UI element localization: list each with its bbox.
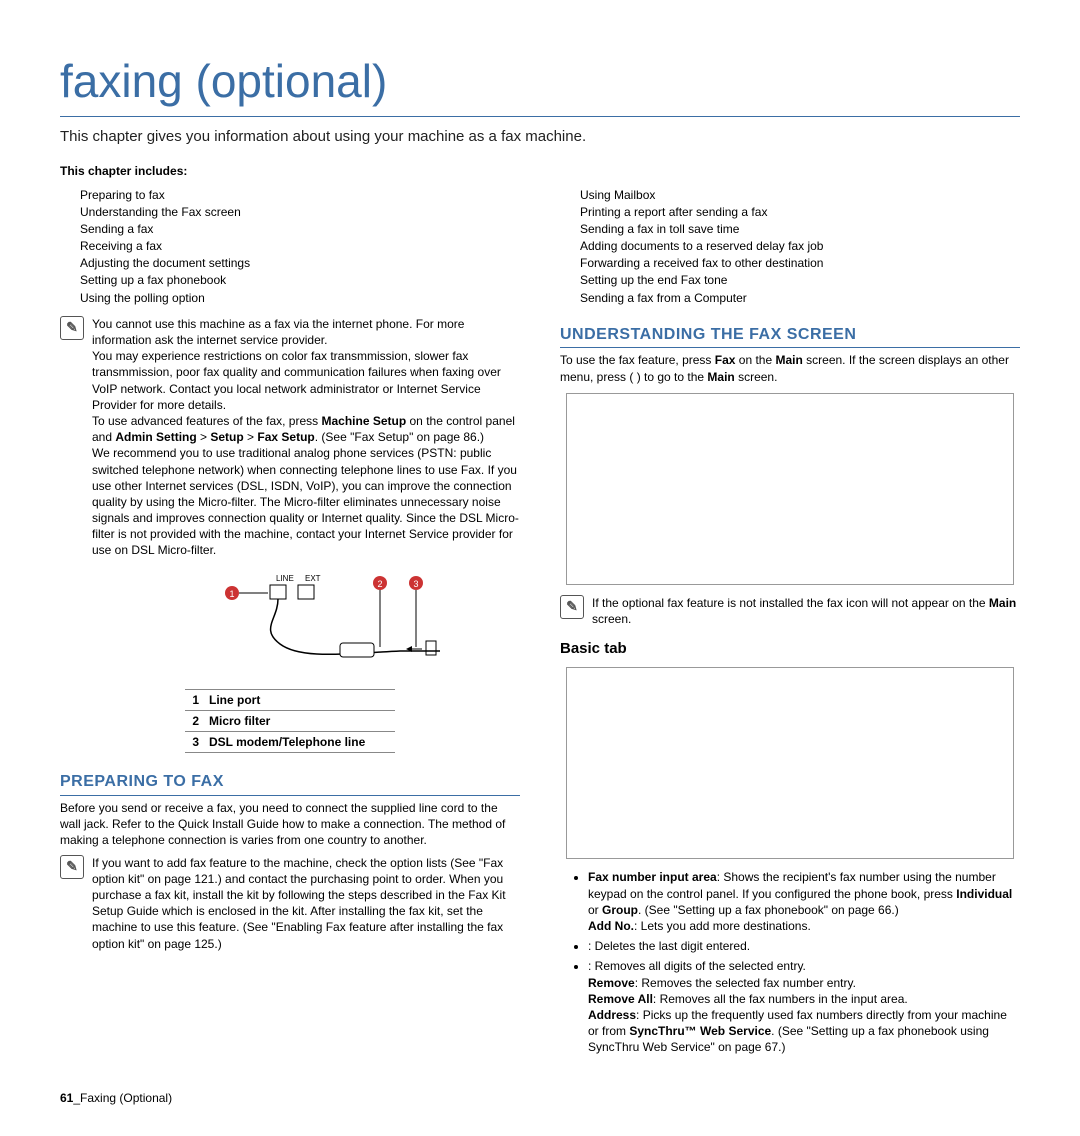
note-p1: You cannot use this machine as a fax via… xyxy=(92,316,520,348)
right-column: Using Mailbox Printing a report after se… xyxy=(560,186,1020,1060)
text: . (See "Setting up a fax phonebook" on p… xyxy=(638,903,899,917)
text: To use the fax feature, press xyxy=(560,353,715,367)
list-item: : Deletes the last digit entered. xyxy=(588,938,1020,954)
toc-right: Using Mailbox Printing a report after se… xyxy=(560,187,1020,306)
legend-row: 3 DSL modem/Telephone line xyxy=(185,731,395,753)
bold: Main xyxy=(775,353,802,367)
toc-left: Preparing to fax Understanding the Fax s… xyxy=(60,187,520,306)
sub-item: Address: Picks up the frequently used fa… xyxy=(588,1007,1020,1056)
note-p4: We recommend you to use traditional anal… xyxy=(92,445,520,558)
page-title: faxing (optional) xyxy=(60,50,1020,112)
bold: Machine Setup xyxy=(321,414,406,428)
basic-tab-placeholder xyxy=(566,667,1014,859)
preparing-heading: PREPARING TO FAX xyxy=(60,771,520,796)
toc-item: Sending a fax xyxy=(80,221,520,237)
legend-num: 3 xyxy=(185,734,199,750)
info-note: ✎ You cannot use this machine as a fax v… xyxy=(60,316,520,559)
text: screen. xyxy=(735,370,778,384)
note-icon: ✎ xyxy=(60,316,84,340)
bold: Main xyxy=(989,596,1016,610)
page-number: 61 xyxy=(60,1091,73,1105)
footer-label: Faxing (Optional) xyxy=(80,1091,172,1105)
page-footer: 61_Faxing (Optional) xyxy=(60,1090,1020,1106)
bold: Fax xyxy=(715,353,736,367)
line-label: LINE xyxy=(276,574,294,583)
toc-item: Printing a report after sending a fax xyxy=(580,204,1020,220)
note-icon: ✎ xyxy=(60,855,84,879)
bold: Admin Setting xyxy=(115,430,196,444)
text: on the xyxy=(735,353,775,367)
text: If the optional fax feature is not insta… xyxy=(592,596,989,610)
toc-item: Sending a fax from a Computer xyxy=(580,290,1020,306)
sub-item: Remove All: Removes all the fax numbers … xyxy=(588,991,1020,1007)
page-intro: This chapter gives you information about… xyxy=(60,127,1020,147)
sub-item: Remove: Removes the selected fax number … xyxy=(588,975,1020,991)
ext-label: EXT xyxy=(305,574,321,583)
footer-sep: _ xyxy=(73,1091,80,1105)
note-icon: ✎ xyxy=(560,595,584,619)
prepare-note-body: If you want to add fax feature to the ma… xyxy=(92,855,520,952)
bold: Group xyxy=(602,903,638,917)
text: screen. xyxy=(592,612,631,626)
marker-3: 3 xyxy=(413,579,418,589)
legend-num: 1 xyxy=(185,692,199,708)
understanding-heading: UNDERSTANDING THE FAX SCREEN xyxy=(560,324,1020,349)
preparing-body: Before you send or receive a fax, you ne… xyxy=(60,800,520,849)
includes-label: This chapter includes: xyxy=(60,163,1020,179)
bold: Fax Setup xyxy=(257,430,314,444)
bold: SyncThru™ Web Service xyxy=(629,1024,771,1038)
text: : Removes all digits of the selected ent… xyxy=(588,959,806,973)
basic-tab-list: Fax number input area: Shows the recipie… xyxy=(560,869,1020,1055)
toc-item: Understanding the Fax screen xyxy=(80,204,520,220)
bold: Setup xyxy=(210,430,243,444)
title-rule xyxy=(60,116,1020,117)
bold: Individual xyxy=(956,887,1012,901)
toc-item: Receiving a fax xyxy=(80,238,520,254)
legend-text: DSL modem/Telephone line xyxy=(209,734,365,750)
text: To use advanced features of the fax, pre… xyxy=(92,414,321,428)
legend-text: Micro filter xyxy=(209,713,270,729)
marker-1: 1 xyxy=(229,589,234,599)
note-p2: You may experience restrictions on color… xyxy=(92,348,520,413)
prepare-note: ✎ If you want to add fax feature to the … xyxy=(60,855,520,952)
bold: Address xyxy=(588,1008,636,1022)
list-item: : Removes all digits of the selected ent… xyxy=(588,958,1020,1055)
toc-item: Setting up a fax phonebook xyxy=(80,272,520,288)
toc-item: Sending a fax in toll save time xyxy=(580,221,1020,237)
legend-text: Line port xyxy=(209,692,260,708)
understanding-body: To use the fax feature, press Fax on the… xyxy=(560,352,1020,384)
diagram-legend: 1 Line port 2 Micro filter 3 DSL modem/Tele… xyxy=(185,689,395,754)
note-p3: To use advanced features of the fax, pre… xyxy=(92,413,520,445)
text: . (See "Fax Setup" on page 86.) xyxy=(315,430,484,444)
toc-item: Preparing to fax xyxy=(80,187,520,203)
microfilter-diagram: LINE EXT 1 2 3 xyxy=(60,569,520,754)
toc-item: Adjusting the document settings xyxy=(80,255,520,271)
list-item: Fax number input area: Shows the recipie… xyxy=(588,869,1020,934)
toc-item: Using the polling option xyxy=(80,290,520,306)
bold: Fax number input area xyxy=(588,870,717,884)
toc-item: Adding documents to a reserved delay fax… xyxy=(580,238,1020,254)
bold: Remove All xyxy=(588,992,653,1006)
text: or xyxy=(588,903,602,917)
toc-item: Setting up the end Fax tone xyxy=(580,272,1020,288)
bold: Main xyxy=(707,370,734,384)
bold: Add No. xyxy=(588,919,634,933)
understand-note-body: If the optional fax feature is not insta… xyxy=(592,595,1020,627)
toc-item: Using Mailbox xyxy=(580,187,1020,203)
legend-row: 1 Line port xyxy=(185,689,395,710)
left-column: Preparing to fax Understanding the Fax s… xyxy=(60,186,520,1060)
legend-row: 2 Micro filter xyxy=(185,710,395,731)
basic-tab-heading: Basic tab xyxy=(560,639,1020,659)
sub-item: Add No.: Lets you add more destinations. xyxy=(588,918,1020,934)
text: : Removes the selected fax number entry. xyxy=(635,976,856,990)
toc-item: Forwarding a received fax to other desti… xyxy=(580,255,1020,271)
legend-num: 2 xyxy=(185,713,199,729)
note-body: You cannot use this machine as a fax via… xyxy=(92,316,520,559)
understand-note: ✎ If the optional fax feature is not ins… xyxy=(560,595,1020,627)
text: : Removes all the fax numbers in the inp… xyxy=(653,992,908,1006)
main-screen-placeholder xyxy=(566,393,1014,585)
marker-2: 2 xyxy=(377,579,382,589)
text: : Lets you add more destinations. xyxy=(634,919,811,933)
bold: Remove xyxy=(588,976,635,990)
